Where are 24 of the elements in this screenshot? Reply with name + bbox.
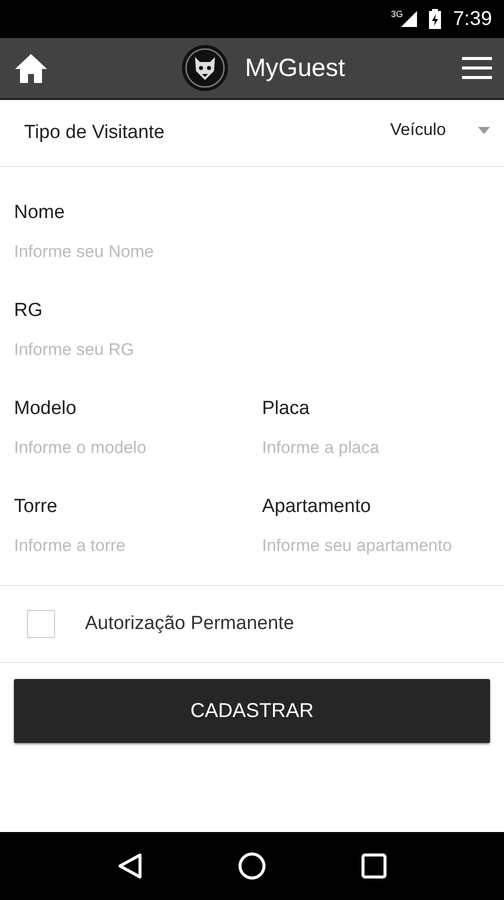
- checkbox[interactable]: [27, 610, 55, 638]
- clock-time: 7:39: [453, 8, 492, 30]
- signal-icon: [401, 11, 418, 27]
- battery-charging-icon: [429, 9, 442, 29]
- visitor-type-dropdown[interactable]: Veículo: [390, 120, 490, 140]
- home-icon: [14, 52, 48, 84]
- field-label: RG: [14, 299, 44, 323]
- field-label: Modelo: [14, 397, 78, 421]
- field-label: Nome: [14, 201, 66, 225]
- network-type-label: 3G: [391, 9, 404, 19]
- app-title: MyGuest: [244, 54, 346, 82]
- menu-button[interactable]: [462, 57, 492, 79]
- field-label: Placa: [262, 397, 311, 421]
- field-label: Apartamento: [262, 495, 372, 519]
- home-button[interactable]: [14, 52, 48, 84]
- register-button[interactable]: CADASTRAR: [14, 679, 490, 743]
- home-circle-icon[interactable]: [238, 852, 266, 880]
- field-label: Torre: [14, 495, 58, 519]
- dropdown-caret-icon: [478, 126, 490, 134]
- back-icon[interactable]: [117, 852, 144, 880]
- visitor-type-label: Tipo de Visitante: [24, 122, 164, 144]
- recent-apps-icon[interactable]: [360, 853, 387, 879]
- menu-icon: [462, 57, 492, 79]
- checkbox-label: Autorização Permanente: [85, 613, 294, 635]
